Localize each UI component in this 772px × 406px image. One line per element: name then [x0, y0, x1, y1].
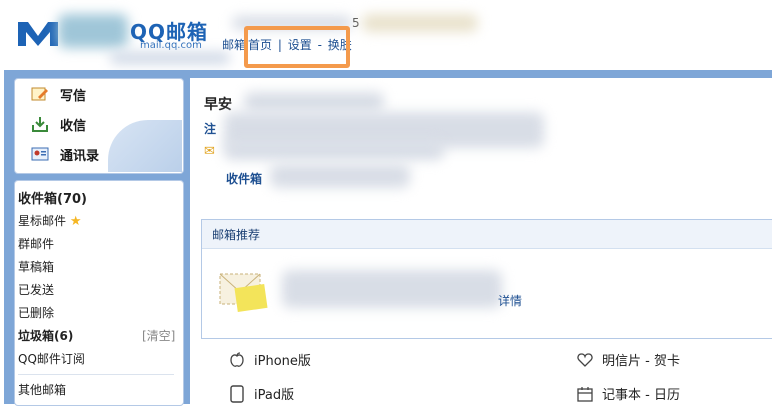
top-bar: QQ邮箱 mail.qq.com 5 邮箱 首页 | 设置 - 换肤	[0, 0, 772, 70]
highlight-box	[244, 26, 350, 68]
inbox-summary[interactable]: 收件箱	[226, 170, 262, 187]
folder-divider	[18, 374, 174, 375]
heart-icon	[576, 351, 594, 369]
envelope-illustration	[219, 273, 268, 312]
folder-junk[interactable]: 垃圾箱(6)	[18, 327, 73, 344]
receive-icon	[30, 115, 50, 133]
folder-subscriptions[interactable]: QQ邮件订阅	[18, 350, 85, 367]
app-notebook-label: 记事本 - 日历	[602, 388, 680, 403]
folder-deleted[interactable]: 已删除	[18, 304, 54, 321]
app-notebook-link[interactable]: 记事本 - 日历	[576, 384, 680, 403]
qq-mail-logo[interactable]	[16, 18, 60, 48]
compose-button[interactable]: 写信	[30, 80, 150, 108]
contacts-label: 通讯录	[60, 148, 100, 164]
registration-line: 注	[204, 122, 217, 136]
tablet-icon	[228, 384, 246, 403]
app-ipad-link[interactable]: iPad版	[228, 384, 294, 403]
logo-subtext: mail.qq.com	[140, 40, 202, 51]
apple-icon	[228, 351, 246, 369]
details-link[interactable]: 详情	[498, 292, 522, 309]
app-iphone-link[interactable]: iPhone版	[228, 350, 311, 369]
receive-button[interactable]: 收信	[30, 110, 150, 138]
recommend-title: 邮箱推荐	[202, 220, 772, 249]
account-email: 5	[352, 16, 360, 30]
app-postcard-label: 明信片 - 贺卡	[602, 354, 680, 369]
envelope-icon: ✉	[204, 144, 215, 159]
receive-label: 收信	[60, 118, 87, 134]
folder-other-mailboxes[interactable]: 其他邮箱	[18, 381, 66, 398]
star-icon: ★	[69, 214, 82, 229]
folder-drafts[interactable]: 草稿箱	[18, 258, 54, 275]
clear-junk-link[interactable]: [清空]	[142, 327, 175, 344]
compose-label: 写信	[60, 88, 87, 104]
folder-sent[interactable]: 已发送	[18, 281, 54, 298]
compose-icon	[30, 85, 50, 103]
folder-inbox[interactable]: 收件箱(70)	[18, 188, 87, 207]
folder-group[interactable]: 群邮件	[18, 235, 54, 252]
folder-starred[interactable]: 星标邮件 ★	[18, 212, 82, 229]
app-iphone-label: iPhone版	[254, 354, 311, 369]
app-postcard-link[interactable]: 明信片 - 贺卡	[576, 350, 680, 369]
greeting-text: 早安	[204, 97, 232, 113]
contacts-icon	[30, 145, 50, 163]
mail-row: ✉	[204, 144, 215, 159]
calendar-icon	[576, 385, 594, 403]
folder-starred-label: 星标邮件	[18, 214, 67, 228]
contacts-button[interactable]: 通讯录	[30, 140, 150, 168]
app-ipad-label: iPad版	[254, 388, 295, 403]
mailbox-home-link[interactable]: 邮箱	[222, 38, 246, 52]
